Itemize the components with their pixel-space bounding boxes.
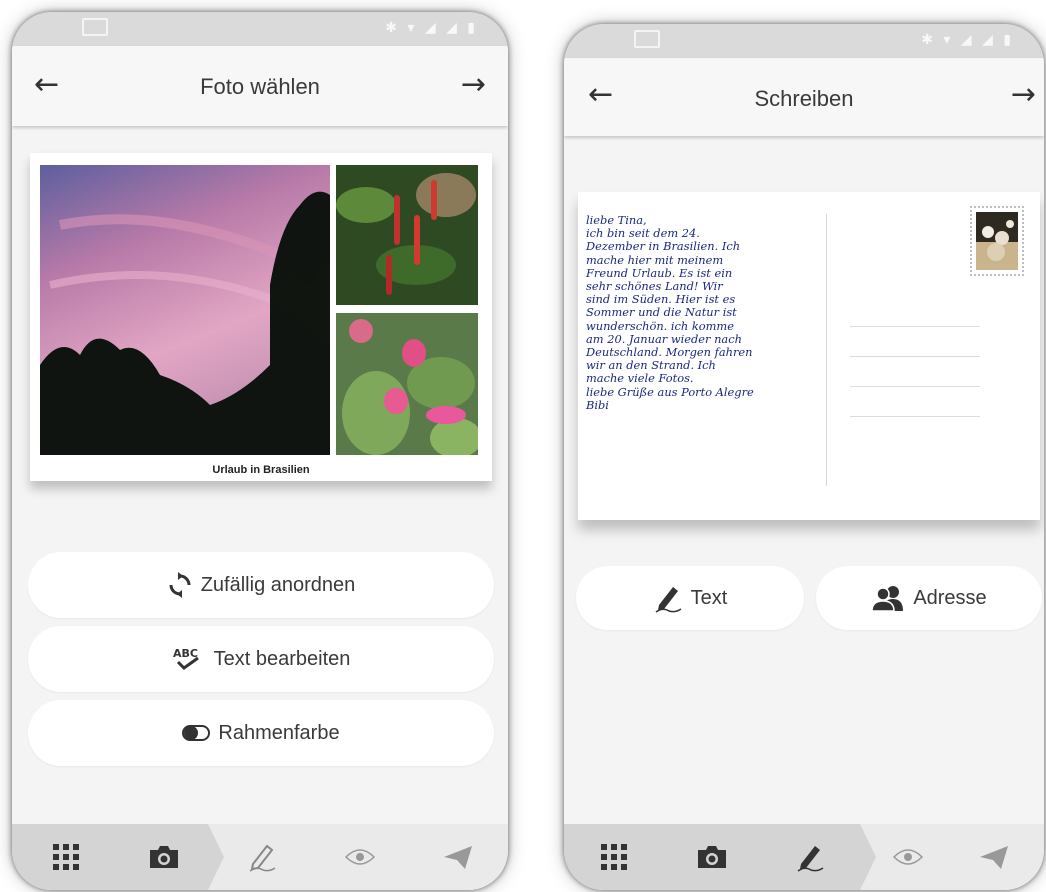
arrow-right-icon[interactable]: → xyxy=(461,70,486,100)
sunset-image xyxy=(40,165,330,455)
notification-icon xyxy=(82,18,108,36)
pen-icon[interactable] xyxy=(780,824,840,890)
frame-color-button[interactable]: Rahmenfarbe xyxy=(28,700,494,766)
nav-chevron-shape xyxy=(208,824,224,890)
address-line xyxy=(850,326,980,327)
photo-cactus[interactable] xyxy=(336,313,478,455)
address-button[interactable]: Adresse xyxy=(816,566,1042,630)
postcard-preview[interactable]: liebe Tina, ich bin seit dem 24. Dezembe… xyxy=(578,192,1040,520)
phone-screen-photo-select: ✱ ▾ ◢ ◢ ▮ ← Foto wählen → Urlaub in Bras… xyxy=(12,12,508,890)
bottom-nav xyxy=(564,824,1044,890)
shuffle-button[interactable]: Zufällig anordnen xyxy=(28,552,494,618)
edit-text-label: Text bearbeiten xyxy=(213,647,351,670)
pen-icon[interactable] xyxy=(232,824,292,890)
text-button[interactable]: Text xyxy=(576,566,804,630)
arrow-right-icon[interactable]: → xyxy=(1011,80,1036,110)
send-icon[interactable] xyxy=(964,824,1024,890)
eye-icon[interactable] xyxy=(330,824,390,890)
phone-screen-write: ✱ ▾ ◢ ◢ ▮ ← Schreiben → liebe Tina, ich … xyxy=(564,24,1044,890)
postcard-message[interactable]: liebe Tina, ich bin seit dem 24. Dezembe… xyxy=(586,213,818,412)
photo-collage[interactable]: Urlaub in Brasilien xyxy=(30,153,492,481)
frame-color-label: Rahmenfarbe xyxy=(218,721,340,744)
page-title: Schreiben xyxy=(754,86,854,111)
collage-caption[interactable]: Urlaub in Brasilien xyxy=(30,464,492,476)
camera-icon[interactable] xyxy=(682,824,742,890)
text-button-label: Text xyxy=(690,586,728,609)
stamp-image xyxy=(976,212,1018,270)
status-bar: ✱ ▾ ◢ ◢ ▮ xyxy=(564,24,1044,58)
app-bar: ← Foto wählen → xyxy=(12,46,508,126)
grid-icon[interactable] xyxy=(584,824,644,890)
photo-plant-top[interactable] xyxy=(336,165,478,305)
edit-text-button[interactable]: ABC Text bearbeiten xyxy=(28,626,494,692)
postage-stamp xyxy=(970,206,1024,276)
notification-icon xyxy=(634,30,660,48)
address-button-label: Adresse xyxy=(913,586,987,609)
status-icons: ✱ ▾ ◢ ◢ ▮ xyxy=(921,32,1014,48)
photo-sunset[interactable] xyxy=(40,165,330,455)
app-bar: ← Schreiben → xyxy=(564,58,1044,136)
eye-icon[interactable] xyxy=(878,824,938,890)
spellcheck-icon: ABC xyxy=(172,646,206,672)
pen-icon xyxy=(653,583,683,613)
grid-icon[interactable] xyxy=(36,824,96,890)
plant-image xyxy=(336,165,478,305)
shuffle-label: Zufällig anordnen xyxy=(200,573,356,596)
address-line xyxy=(850,386,980,387)
send-icon[interactable] xyxy=(428,824,488,890)
status-icons: ✱ ▾ ◢ ◢ ▮ xyxy=(385,20,478,36)
address-line xyxy=(850,356,980,357)
shuffle-icon xyxy=(167,572,193,598)
contacts-icon xyxy=(871,585,905,611)
svg-text:ABC: ABC xyxy=(173,647,198,660)
cactus-image xyxy=(336,313,478,455)
camera-icon[interactable] xyxy=(134,824,194,890)
bottom-nav xyxy=(12,824,508,890)
page-title: Foto wählen xyxy=(200,74,320,99)
toggle-icon xyxy=(182,724,211,742)
status-bar: ✱ ▾ ◢ ◢ ▮ xyxy=(12,12,508,46)
address-line xyxy=(850,416,980,417)
nav-chevron-shape xyxy=(860,824,876,890)
postcard-divider xyxy=(826,214,827,486)
